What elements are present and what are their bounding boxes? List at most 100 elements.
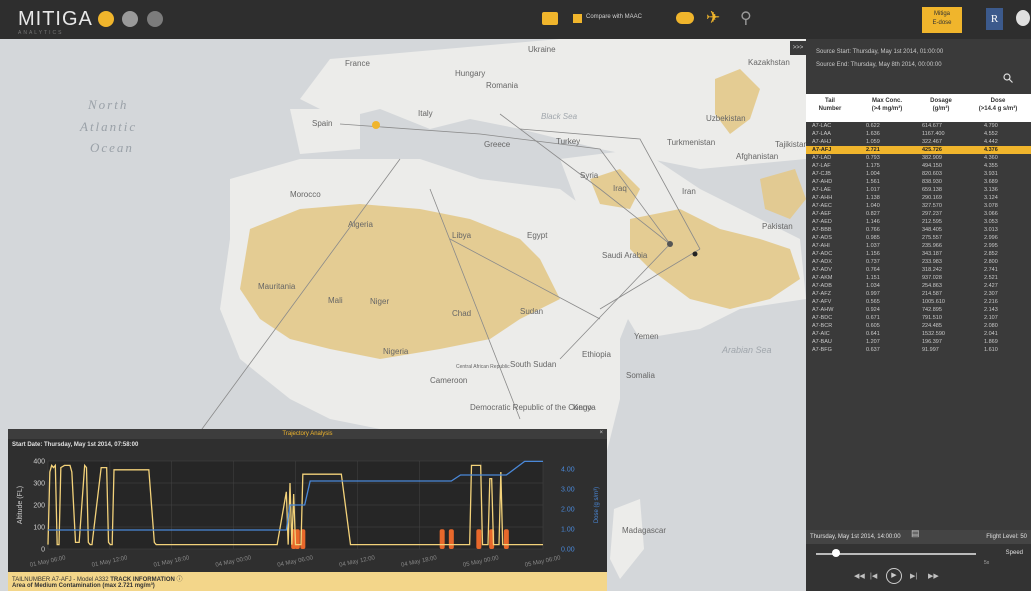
table-row[interactable]: A7-BDC 0.671 791.510 2.107 <box>806 314 1031 322</box>
user-icon[interactable] <box>1016 10 1030 26</box>
country-label: Central African Republic <box>456 364 510 370</box>
column-header-tail[interactable]: Tail Number <box>810 97 850 113</box>
table-row[interactable]: A7-AHI 1.037 235.966 2.995 <box>806 242 1031 250</box>
dosage-cell: 318.242 <box>922 267 942 273</box>
tail-number-cell: A7-LAA <box>812 131 831 137</box>
tail-number-cell: A7-ADX <box>812 259 832 265</box>
column-header-max-conc[interactable]: Max Conc. (>4 mg/m³) <box>862 97 912 113</box>
pin-icon[interactable]: ⚲ <box>740 8 752 28</box>
country-label: Mauritania <box>258 282 296 291</box>
y-tick-label: 100 <box>33 525 45 532</box>
globe-icon[interactable] <box>98 11 114 27</box>
table-row[interactable]: A7-ADC 1.156 343.187 2.852 <box>806 250 1031 258</box>
column-header-dose[interactable]: Dose (>14.4 g s/m³) <box>968 97 1028 113</box>
country-label: Turkey <box>556 137 581 146</box>
panel-toggle-button[interactable]: >>> <box>790 41 806 55</box>
max-conc-cell: 1.037 <box>866 243 880 249</box>
table-row[interactable]: A7-BFG 0.637 91.997 1.610 <box>806 346 1031 354</box>
compare-checkbox[interactable] <box>573 14 582 23</box>
rewind-icon[interactable]: ◀◀ <box>854 572 865 580</box>
dose-cell: 2.521 <box>984 275 998 281</box>
table-row[interactable]: A7-AFJ 2.721 425.726 4.376 <box>806 146 1031 154</box>
column-header-dosage[interactable]: Dosage (g/m³) <box>916 97 966 113</box>
exposure-marker <box>448 529 454 549</box>
dose-cell: 4.790 <box>984 123 998 129</box>
table-row[interactable]: A7-AHJ 1.059 322.467 4.442 <box>806 138 1031 146</box>
playback-controls: Thursday, May 1st 2014, 14:00:00 Flight … <box>806 530 1031 591</box>
country-label: Algeria <box>348 220 373 229</box>
table-row[interactable]: A7-AFZ 0.997 214.587 2.307 <box>806 290 1031 298</box>
table-row[interactable]: A7-AEC 1.040 327.570 3.078 <box>806 202 1031 210</box>
dosage-cell: 742.895 <box>922 307 942 313</box>
export-icon[interactable]: ▤ <box>911 528 920 539</box>
max-conc-cell: 1.059 <box>866 139 880 145</box>
table-row[interactable]: A7-LAE 1.017 659.138 3.136 <box>806 186 1031 194</box>
table-row[interactable]: A7-BAU 1.207 196.397 1.869 <box>806 338 1031 346</box>
table-row[interactable]: A7-ADX 0.737 233.983 2.800 <box>806 258 1031 266</box>
country-label: Ethiopia <box>582 350 611 359</box>
speed-select[interactable]: 5x <box>984 560 989 566</box>
table-row[interactable]: A7-AHD 1.561 838.930 3.689 <box>806 178 1031 186</box>
app-logo: MITIGA <box>18 8 93 30</box>
x-tick-label: 01 May 06:00 <box>29 555 66 569</box>
table-row[interactable]: A7-LAC 0.622 614.677 4.790 <box>806 122 1031 130</box>
trajectory-chart: 0 100 200 300 400 0.00 1.00 2.00 3.00 4.00 01 May … <box>17 459 600 569</box>
dosage-cell: 224.485 <box>922 323 942 329</box>
clock-icon[interactable] <box>122 11 138 27</box>
tail-number-cell: A7-CJB <box>812 171 831 177</box>
dosage-cell: 1005.610 <box>922 299 945 305</box>
ocean-label: Ocean <box>90 140 134 155</box>
table-row[interactable]: A7-LAF 1.175 494.150 4.355 <box>806 162 1031 170</box>
plane-icon[interactable]: ✈ <box>706 8 720 28</box>
table-row[interactable]: A7-BBB 0.766 348.405 3.013 <box>806 226 1031 234</box>
zoom-icon[interactable] <box>147 11 163 27</box>
time-slider-handle[interactable] <box>832 549 840 557</box>
tail-number-cell: A7-BFG <box>812 347 832 353</box>
tail-number-cell: A7-ADS <box>812 235 832 241</box>
table-row[interactable]: A7-CJB 1.004 820.603 3.931 <box>806 170 1031 178</box>
table-row[interactable]: A7-ADB 1.034 254.863 2.427 <box>806 282 1031 290</box>
search-icon[interactable] <box>1003 70 1013 88</box>
table-row[interactable]: A7-LAA 1.636 1167.400 4.552 <box>806 130 1031 138</box>
table-row[interactable]: A7-AIC 0.641 1532.590 2.041 <box>806 330 1031 338</box>
max-conc-cell: 1.636 <box>866 131 880 137</box>
column-title: Dosage <box>930 98 952 104</box>
dosage-cell: 327.570 <box>922 203 942 209</box>
dosage-cell: 494.150 <box>922 163 942 169</box>
table-row[interactable]: A7-AED 1.146 212.595 3.053 <box>806 218 1031 226</box>
table-row[interactable]: A7-ADS 0.985 275.557 2.996 <box>806 234 1031 242</box>
tail-number-cell: A7-AHJ <box>812 139 831 145</box>
dose-cell: 3.013 <box>984 227 998 233</box>
exposure-marker <box>476 529 482 549</box>
dosage-cell: 1532.590 <box>922 331 945 337</box>
table-row[interactable]: A7-BCR 0.605 224.485 2.080 <box>806 322 1031 330</box>
info-icon[interactable]: ⓘ <box>176 577 182 583</box>
compare-label[interactable]: Compare with MAAC <box>586 14 642 20</box>
table-row[interactable]: A7-LAD 0.793 382.909 4.360 <box>806 154 1031 162</box>
table-row[interactable]: A7-AKM 1.151 937.028 2.521 <box>806 274 1031 282</box>
folder-icon[interactable] <box>542 12 558 25</box>
y2-tick-label: 0.00 <box>561 547 575 554</box>
dosage-cell: 196.397 <box>922 339 942 345</box>
table-row[interactable]: A7-AHW 0.924 742.895 2.143 <box>806 306 1031 314</box>
table-row[interactable]: A7-AHH 1.138 290.169 3.124 <box>806 194 1031 202</box>
playback-datetime: Thursday, May 1st 2014, 14:00:00 <box>810 534 901 540</box>
step-back-icon[interactable]: |◀ <box>870 572 877 580</box>
dose-cell: 2.216 <box>984 299 998 305</box>
tail-number-cell: A7-AFV <box>812 299 832 305</box>
play-button[interactable]: ▶ <box>886 568 902 584</box>
country-label: Hungary <box>455 69 486 78</box>
table-row[interactable]: A7-AFV 0.565 1005.610 2.216 <box>806 298 1031 306</box>
table-row[interactable]: A7-AEF 0.827 297.237 3.066 <box>806 210 1031 218</box>
fast-forward-icon[interactable]: ▶▶ <box>928 572 939 580</box>
step-forward-icon[interactable]: ▶| <box>910 572 917 580</box>
table-row[interactable]: A7-ADV 0.764 318.242 2.741 <box>806 266 1031 274</box>
time-slider[interactable] <box>816 553 976 555</box>
country-label: Italy <box>418 109 433 118</box>
mode-button[interactable]: Mitiga E-dose <box>922 7 962 33</box>
cloud-icon[interactable] <box>676 12 694 24</box>
max-conc-cell: 0.637 <box>866 347 880 353</box>
column-subtitle: (g/m³) <box>932 106 950 112</box>
country-label: Romania <box>486 81 519 90</box>
y-tick-label: 200 <box>33 503 45 510</box>
